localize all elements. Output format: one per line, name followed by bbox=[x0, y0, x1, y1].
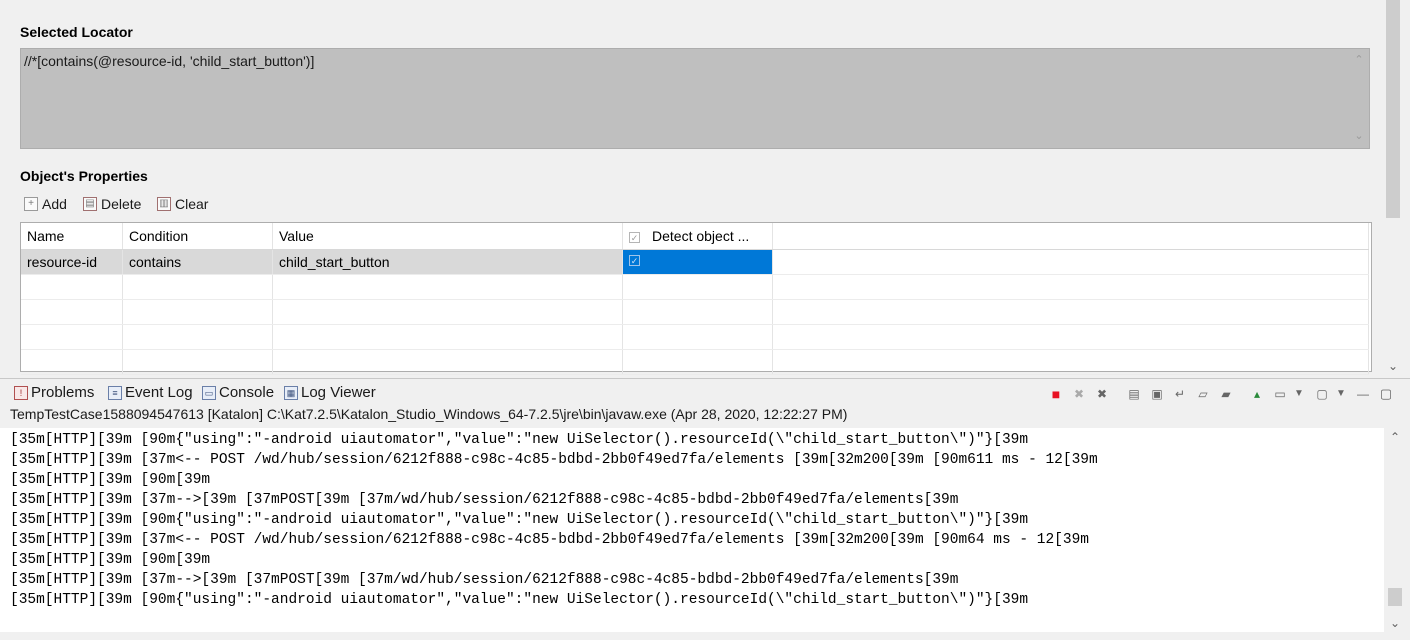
table-row-empty bbox=[21, 300, 1369, 325]
table-row-empty bbox=[21, 275, 1369, 300]
clear-button[interactable]: ▥ Clear bbox=[157, 196, 208, 212]
console-icon: ▭ bbox=[202, 386, 216, 400]
console-scrollbar[interactable]: ⌃ ⌄ bbox=[1384, 428, 1406, 632]
minimize-icon[interactable]: — bbox=[1355, 386, 1371, 402]
detect-header-label: Detect object ... bbox=[652, 228, 749, 244]
console-line: [35m[HTTP][39m [37m<-- POST /wd/hub/s… bbox=[10, 450, 1098, 468]
terminate-icon[interactable]: ■ bbox=[1048, 386, 1064, 402]
detect-checkbox[interactable]: ✓ bbox=[629, 255, 640, 266]
console-line: [35m[HTTP][39m [90m{"using":"-android… bbox=[10, 510, 1028, 528]
objects-properties-label: Object's Properties bbox=[20, 168, 148, 184]
tab-label: Problems bbox=[31, 384, 94, 401]
scroll-down-icon[interactable]: ⌄ bbox=[1389, 616, 1401, 630]
console-horizontal-scrollbar[interactable] bbox=[0, 632, 1384, 640]
table-header: Name Condition Value ✓ Detect object ... bbox=[21, 223, 1369, 250]
console-line: [35m[HTTP][39m [90m[39m bbox=[10, 470, 210, 488]
console-tab-bar: ! Problems ≡ Event Log ▭ Console ▦ Log V… bbox=[0, 378, 1410, 407]
tab-label: Log Viewer bbox=[301, 384, 376, 401]
cell-name[interactable]: resource-id bbox=[21, 250, 123, 275]
log-viewer-icon: ▦ bbox=[284, 386, 298, 400]
maximize-icon[interactable]: ▢ bbox=[1378, 386, 1394, 402]
locator-scrollbar[interactable]: ⌃ ⌄ bbox=[1349, 49, 1369, 148]
pin-console-icon[interactable]: ▴ bbox=[1249, 386, 1265, 402]
column-header-name[interactable]: Name bbox=[21, 223, 123, 250]
console-line: [35m[HTTP][39m [90m{"using":"-android… bbox=[10, 590, 1028, 608]
object-editor: Selected Locator //*[contains(@resource-… bbox=[0, 0, 1382, 376]
scroll-up-icon[interactable]: ⌃ bbox=[1353, 53, 1365, 66]
cell-filler bbox=[773, 250, 1369, 275]
console-line: [35m[HTTP][39m [90m{"using":"-android… bbox=[10, 430, 1028, 448]
clear-label: Clear bbox=[175, 196, 208, 212]
cell-detect[interactable]: ✓ bbox=[623, 250, 773, 275]
clear-console-icon[interactable]: ▤ bbox=[1126, 386, 1142, 402]
trash-icon: ▤ bbox=[83, 197, 97, 211]
table-row-empty bbox=[21, 325, 1369, 350]
delete-label: Delete bbox=[101, 196, 141, 212]
display-console-icon[interactable]: ▭ bbox=[1272, 386, 1288, 402]
console-line: [35m[HTTP][39m [37m<-- POST /wd/hub/s… bbox=[10, 530, 1089, 548]
tab-label: Console bbox=[219, 384, 274, 401]
delete-button[interactable]: ▤ Delete bbox=[83, 196, 141, 212]
console-line: [35m[HTTP][39m [37m-->[39m [37mPOST… bbox=[10, 570, 958, 588]
remove-launch-icon[interactable]: ✖ bbox=[1071, 386, 1087, 402]
tab-console[interactable]: ▭ Console bbox=[202, 384, 274, 401]
cell-value[interactable]: child_start_button bbox=[273, 250, 623, 275]
table-row[interactable]: resource-id contains child_start_button … bbox=[21, 250, 1369, 275]
add-label: Add bbox=[42, 196, 67, 212]
console-line: [35m[HTTP][39m [90m[39m bbox=[10, 550, 210, 568]
console-line: [35m[HTTP][39m [37m-->[39m [37mPOST… bbox=[10, 490, 958, 508]
tab-label: Event Log bbox=[125, 384, 193, 401]
scroll-down-icon[interactable]: ⌄ bbox=[1387, 360, 1399, 372]
selected-locator-text[interactable]: //*[contains(@resource-id, 'child_start_… bbox=[24, 53, 314, 69]
tab-problems[interactable]: ! Problems bbox=[14, 384, 94, 401]
column-header-value[interactable]: Value bbox=[273, 223, 623, 250]
add-button[interactable]: + Add bbox=[24, 196, 67, 212]
scroll-down-icon[interactable]: ⌄ bbox=[1353, 129, 1365, 142]
checkbox-icon[interactable]: ✓ bbox=[629, 232, 640, 243]
show-on-stderr-icon[interactable]: ▰ bbox=[1218, 386, 1234, 402]
column-header-filler bbox=[773, 223, 1369, 250]
scroll-lock-icon[interactable]: ▣ bbox=[1149, 386, 1165, 402]
column-header-condition[interactable]: Condition bbox=[123, 223, 273, 250]
console-output[interactable]: [35m[HTTP][39m [90m{"using":"-android… bbox=[0, 428, 1384, 632]
tab-log-viewer[interactable]: ▦ Log Viewer bbox=[284, 384, 376, 401]
column-header-detect[interactable]: ✓ Detect object ... bbox=[623, 223, 773, 250]
open-console-icon[interactable]: ▢ bbox=[1314, 386, 1330, 402]
problems-icon: ! bbox=[14, 386, 28, 400]
word-wrap-icon[interactable]: ↵ bbox=[1172, 386, 1188, 402]
show-on-stdout-icon[interactable]: ▱ bbox=[1195, 386, 1211, 402]
cell-condition[interactable]: contains bbox=[123, 250, 273, 275]
scroll-thumb[interactable] bbox=[1388, 588, 1402, 606]
scroll-thumb[interactable] bbox=[1386, 0, 1400, 218]
console-process-title: TempTestCase1588094547613 [Katalon] C:\K… bbox=[10, 406, 847, 422]
event-log-icon: ≡ bbox=[108, 386, 122, 400]
remove-all-terminated-icon[interactable]: ✖ bbox=[1094, 386, 1110, 402]
selected-locator-label: Selected Locator bbox=[20, 24, 133, 40]
clear-icon: ▥ bbox=[157, 197, 171, 211]
add-icon: + bbox=[24, 197, 38, 211]
chevron-down-icon[interactable]: ▼ bbox=[1333, 386, 1349, 402]
editor-scrollbar[interactable]: ⌄ bbox=[1382, 0, 1404, 376]
properties-table[interactable]: Name Condition Value ✓ Detect object ... … bbox=[20, 222, 1372, 372]
tab-event-log[interactable]: ≡ Event Log bbox=[108, 384, 193, 401]
selected-locator-box[interactable]: //*[contains(@resource-id, 'child_start_… bbox=[20, 48, 1370, 149]
chevron-down-icon[interactable]: ▼ bbox=[1291, 386, 1307, 402]
table-row-empty bbox=[21, 350, 1369, 375]
scroll-up-icon[interactable]: ⌃ bbox=[1389, 430, 1401, 444]
